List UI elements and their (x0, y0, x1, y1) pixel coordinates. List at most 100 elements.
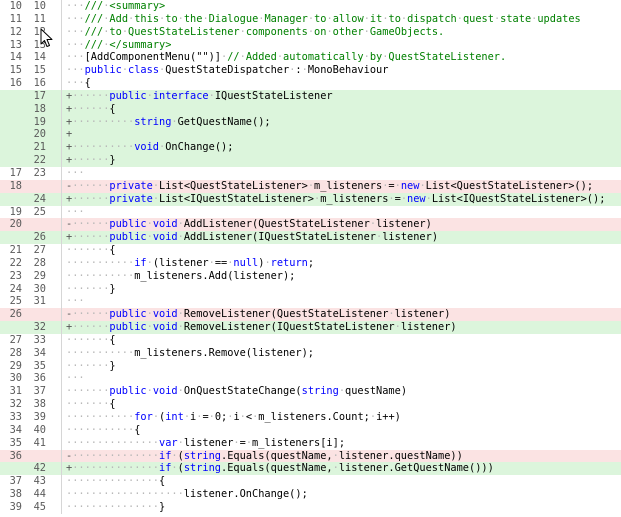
comment-token: it (369, 12, 383, 25)
keyword-token: public (109, 231, 147, 244)
diff-row-context: 27 33 ·······{ (0, 333, 621, 347)
code-token: .Equals(questName, (221, 462, 333, 475)
code-line: ·······} (66, 360, 621, 373)
old-line-number: 21 (9, 244, 22, 257)
diff-row-context: 15 15 ···public·class·QuestStateDispatcher… (0, 64, 621, 78)
comment-token: this (134, 12, 160, 25)
gutter-divider (61, 205, 62, 219)
gutter-divider (61, 411, 62, 424)
comment-token: to (388, 12, 401, 25)
code-token: listener) (394, 308, 451, 321)
old-line-number: 26 (9, 308, 22, 321)
comment-token: to (109, 25, 122, 38)
code-token: OnQuestStateChange( (183, 385, 302, 398)
comment-token: // (227, 51, 240, 64)
code-line: +······{ (66, 103, 621, 116)
code-line: ···///·<summary> (66, 0, 621, 13)
indent-whitespace: ······· (66, 398, 110, 411)
new-line-number: 37 (33, 385, 46, 398)
new-line-number: 32 (33, 321, 46, 334)
old-line-number: 39 (9, 500, 22, 513)
diff-row-context: 29 35 ·······} (0, 359, 621, 373)
gutter-divider (61, 244, 62, 257)
gutter-divider (61, 102, 62, 116)
comment-token: Dialogue (208, 12, 259, 25)
gutter-divider (61, 308, 62, 322)
code-line: ···///·Add·this·to·the·Dialogue·Manager·… (66, 13, 621, 26)
code-line: ···{ (66, 77, 621, 90)
new-line-number: 29 (33, 269, 46, 282)
diff-row-context: 17 23 ··· (0, 166, 621, 180)
keyword-token: string (301, 385, 339, 398)
comment-token: Add (109, 12, 129, 25)
indent-whitespace: ··········· (66, 411, 135, 423)
code-token: listener) (382, 231, 439, 244)
keyword-token: for (134, 411, 153, 423)
whitespace-token: ··· (66, 205, 85, 218)
gutter-divider (61, 89, 62, 103)
code-token: listener.OnChange(); (183, 488, 308, 501)
code-line: ···········if·(listener·==·null)·return; (66, 257, 621, 270)
new-line-number: 11 (33, 12, 46, 25)
comment-token: QuestStateListener. (388, 51, 507, 64)
keyword-token: void (152, 321, 178, 334)
gutter-divider (61, 321, 62, 334)
diff-row-deleted: 20 -······public·void·AddListener(QuestSt… (0, 218, 621, 232)
code-line: +··········string·GetQuestName(); (66, 116, 621, 129)
code-line: +······private·List<IQuestStateListener>… (66, 193, 621, 206)
code-token: } (159, 500, 166, 513)
indent-whitespace: ·········· (72, 115, 135, 128)
gutter-divider (61, 25, 62, 39)
code-token: m_listeners (320, 192, 389, 205)
indent-whitespace: ······· (66, 359, 110, 372)
code-token: listener) (376, 218, 432, 231)
new-line-number: 28 (33, 256, 46, 269)
diff-row-context: 21 27 ·······{ (0, 244, 621, 257)
indent-whitespace: ··· (66, 64, 85, 77)
diff-row-added: 20 + (0, 128, 621, 142)
gutter-divider (61, 12, 62, 26)
code-token: m_listeners[i]; (252, 436, 346, 449)
mouse-pointer-icon (40, 28, 53, 47)
keyword-token: return (270, 256, 308, 269)
diff-row-context: 24 30 ·······} (0, 282, 621, 296)
diff-row-context: 31 37 ·······public·void·OnQuestStateChang… (0, 385, 621, 399)
old-line-number: 37 (9, 475, 22, 488)
old-line-number: 27 (9, 333, 22, 346)
old-line-number: 34 (9, 423, 22, 436)
diff-view: 10 10 ···///·<summary> 11 11 ···///·Add·this·… (0, 0, 621, 514)
code-token: { (84, 77, 91, 90)
keyword-token: void (134, 141, 160, 154)
indent-whitespace: ··· (66, 51, 85, 64)
new-line-number: 34 (33, 346, 46, 359)
old-line-number: 11 (9, 12, 22, 25)
code-line: ···········m_listeners.Add(listener); (66, 270, 621, 283)
code-line: ·······} (66, 283, 621, 296)
keyword-token: public (109, 385, 147, 398)
code-line: +······public·void·RemoveListener(IQuest… (66, 321, 621, 334)
gutter-divider (61, 359, 62, 373)
indent-whitespace: ··· (66, 0, 85, 12)
gutter-divider (61, 77, 62, 90)
diff-row-context: 11 11 ···///·Add·this·to·the·Dialogue·Mana… (0, 12, 621, 26)
diff-row-context: 35 41 ···············var·listener·=·m_list… (0, 436, 621, 450)
gutter-divider (61, 385, 62, 399)
new-line-number: 36 (33, 372, 46, 385)
old-line-number: 25 (9, 295, 22, 308)
comment-token: QuestStateListener (128, 25, 240, 38)
indent-whitespace: ······ (72, 321, 110, 334)
comment-token: the (183, 12, 203, 25)
indent-whitespace: ·········· (72, 141, 135, 154)
diff-row-added: 26 +······public·void·AddListener(IQuestS… (0, 231, 621, 245)
gutter-divider (61, 51, 62, 65)
code-token: List<QuestStateListener>(); (425, 179, 594, 192)
code-token: (listener (152, 256, 209, 269)
old-line-number: 30 (9, 372, 22, 385)
comment-token: Manager (264, 12, 308, 25)
code-token: AddListener(QuestStateListener (183, 218, 370, 231)
gutter-divider (61, 231, 62, 245)
comment-token: dispatch (407, 12, 457, 25)
gutter-divider (61, 141, 62, 155)
old-line-number: 17 (9, 166, 22, 179)
diff-row-context: 34 40 ···········{ (0, 423, 621, 437)
